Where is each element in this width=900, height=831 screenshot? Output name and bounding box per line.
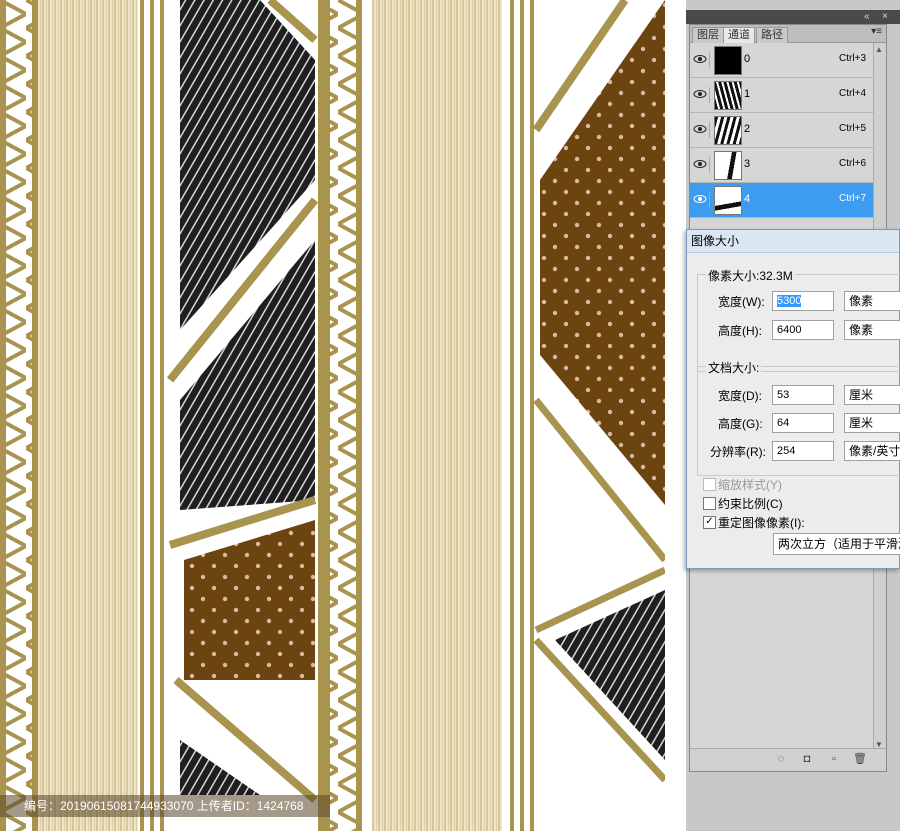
- delete-icon[interactable]: 🗑: [853, 753, 867, 766]
- resolution-unit-select[interactable]: 像素/英寸: [844, 441, 900, 461]
- channel-name: 3: [744, 158, 751, 170]
- doc-width-unit-select[interactable]: 厘米: [844, 385, 900, 405]
- resample-method-select[interactable]: 两次立方（适用于平滑渐: [773, 533, 900, 555]
- save-selection-icon[interactable]: ◘: [800, 753, 814, 766]
- channel-name: 4: [744, 193, 751, 205]
- scroll-up-icon[interactable]: ▲: [875, 45, 883, 54]
- pixel-dimensions-title: 像素大小:32.3M: [706, 267, 795, 284]
- visibility-eye-icon[interactable]: [693, 87, 710, 103]
- pixel-width-unit-select[interactable]: 像素: [844, 291, 900, 311]
- constrain-proportions-label: 约束比例(C): [718, 497, 783, 511]
- resolution-input[interactable]: 254: [772, 441, 834, 461]
- pixel-height-input[interactable]: 6400: [772, 320, 834, 340]
- channel-row[interactable]: 3 Ctrl+6: [690, 148, 874, 183]
- double-chevron-icon[interactable]: «: [864, 11, 870, 22]
- channel-row-selected[interactable]: 4 Ctrl+7: [690, 183, 874, 218]
- channel-shortcut: Ctrl+4: [839, 88, 866, 99]
- channel-row[interactable]: 2 Ctrl+5: [690, 113, 874, 148]
- channels-panel-footer: ◌ ◘ ▫ 🗑: [690, 748, 886, 771]
- scale-styles-checkbox[interactable]: [703, 478, 716, 491]
- channel-shortcut: Ctrl+5: [839, 123, 866, 134]
- doc-height-label: 高度(G):: [718, 417, 763, 431]
- doc-width-label: 宽度(D):: [718, 389, 762, 403]
- height-label: 高度(H):: [718, 324, 762, 338]
- doc-height-unit-select[interactable]: 厘米: [844, 413, 900, 433]
- doc-width-input[interactable]: 53: [772, 385, 834, 405]
- channel-row[interactable]: 0 Ctrl+3: [690, 43, 874, 78]
- document-canvas[interactable]: [0, 0, 686, 831]
- channel-name: 0: [744, 53, 751, 65]
- close-icon[interactable]: ×: [882, 11, 888, 22]
- tab-layers[interactable]: 图层: [692, 27, 724, 43]
- stripe-panel-left: [38, 0, 138, 831]
- dialog-title: 图像大小: [687, 230, 899, 253]
- tab-paths[interactable]: 路径: [756, 27, 788, 43]
- panel-dock-bar: « ×: [686, 10, 900, 24]
- resample-image-label: 重定图像像素(I):: [718, 516, 805, 530]
- channel-shortcut: Ctrl+3: [839, 53, 866, 64]
- visibility-eye-icon[interactable]: [693, 192, 710, 208]
- width-label: 宽度(W):: [718, 295, 765, 309]
- channel-thumbnail: [714, 81, 742, 110]
- channel-shortcut: Ctrl+6: [839, 158, 866, 169]
- stripe-panel-right: [372, 0, 502, 831]
- document-size-group: 文档大小: 宽度(D): 53 厘米 高度(G): 64 厘米 分辨率(R): …: [697, 359, 900, 476]
- panel-tabs: 图层 通道 路径 ▾≡: [690, 25, 886, 43]
- pixel-height-unit-select[interactable]: 像素: [844, 320, 900, 340]
- document-size-title: 文档大小:: [706, 359, 762, 376]
- pixel-width-input[interactable]: 5300: [772, 291, 834, 311]
- constrain-proportions-checkbox[interactable]: [703, 497, 716, 510]
- pixel-dimensions-group: 像素大小:32.3M 宽度(W): 5300 像素 高度(H): 6400 像素: [697, 267, 900, 372]
- resample-image-checkbox[interactable]: ✓: [703, 516, 716, 529]
- beaded-border-left: [140, 0, 164, 831]
- channel-shortcut: Ctrl+7: [839, 193, 866, 204]
- watermark-caption: 编号：20190615081744933070 上传者ID：1424768: [0, 795, 330, 817]
- channel-row[interactable]: 1 Ctrl+4: [690, 78, 874, 113]
- visibility-eye-icon[interactable]: [693, 122, 710, 138]
- border-zigzag-left: [0, 0, 38, 831]
- tab-channels[interactable]: 通道: [723, 27, 755, 43]
- resolution-label: 分辨率(R):: [710, 445, 766, 459]
- geometric-column-left: [166, 0, 319, 804]
- new-channel-icon[interactable]: ▫: [827, 753, 841, 766]
- visibility-eye-icon[interactable]: [693, 52, 710, 68]
- scale-styles-label: 缩放样式(Y): [718, 478, 782, 492]
- channel-thumbnail: [714, 46, 742, 75]
- channel-thumbnail: [714, 186, 742, 215]
- doc-height-input[interactable]: 64: [772, 413, 834, 433]
- load-selection-icon[interactable]: ◌: [774, 753, 788, 766]
- channel-name: 2: [744, 123, 751, 135]
- channel-thumbnail: [714, 151, 742, 180]
- panel-menu-icon[interactable]: ▾≡: [871, 26, 882, 37]
- beaded-border-right: [510, 0, 534, 831]
- channel-name: 1: [744, 88, 751, 100]
- visibility-eye-icon[interactable]: [693, 157, 710, 173]
- image-size-dialog: 图像大小 像素大小:32.3M 宽度(W): 5300 像素 高度(H): 64…: [686, 229, 900, 569]
- border-zigzag-right: [318, 0, 362, 831]
- channel-thumbnail: [714, 116, 742, 145]
